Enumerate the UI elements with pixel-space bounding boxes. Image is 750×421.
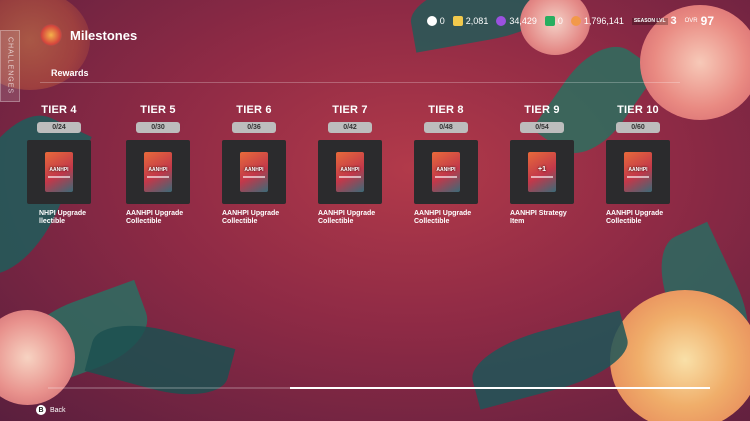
reward-card: AANHPI xyxy=(27,140,91,204)
upgrade-collectible-icon: AANHPI xyxy=(336,152,364,192)
tier-description: AANHPI Upgrade Collectible xyxy=(113,210,203,226)
season-level-value: 3 xyxy=(670,15,677,27)
card-art-text: AANHPI xyxy=(244,166,264,173)
upgrade-collectible-icon: AANHPI xyxy=(144,152,172,192)
tier-desc-line2: Collectible xyxy=(126,218,162,225)
upgrade-collectible-icon: AANHPI xyxy=(45,152,73,192)
currency-value: 1,796,141 xyxy=(583,16,624,26)
upgrade-collectible-icon: AANHPI xyxy=(432,152,460,192)
currency-training: 0 xyxy=(544,16,563,26)
tier-progress: 0/54 xyxy=(520,122,564,133)
tier-desc-line2: llectible xyxy=(39,218,66,225)
ovr-value: 97 xyxy=(700,14,714,28)
mut-points-icon xyxy=(496,16,507,26)
reward-card: AANHPI xyxy=(414,140,478,204)
tier-description: AANHPI Upgrade Collectible xyxy=(593,210,683,226)
currency-value: 2,081 xyxy=(465,16,489,26)
upgrade-collectible-icon: AANHPI xyxy=(240,152,268,192)
currency-value: 0 xyxy=(557,16,563,26)
tier-description: AANHPI Upgrade Collectible xyxy=(209,210,299,226)
reward-card: +1 xyxy=(510,140,574,204)
ut-coins-icon xyxy=(570,16,581,26)
training-icon xyxy=(544,16,555,26)
challenges-side-tab[interactable]: CHALLENGES xyxy=(0,30,20,102)
rewards-divider xyxy=(40,82,680,83)
tier-desc-line1: AANHPI Upgrade xyxy=(318,210,376,217)
tier-desc-line2: Collectible xyxy=(414,218,450,225)
tier-description: AANHPI Strategy Item xyxy=(497,210,587,226)
tier-desc-line1: NHPI Upgrade xyxy=(39,210,87,217)
tier-name: TIER 7 xyxy=(332,104,368,116)
back-label: Back xyxy=(50,406,66,414)
currency-value: 0 xyxy=(439,16,445,26)
tier-desc-line2: Collectible xyxy=(318,218,354,225)
tier-desc-line2: Item xyxy=(510,218,525,225)
coins-icon xyxy=(452,16,463,26)
tier-progress: 0/48 xyxy=(424,122,468,133)
tier-desc-line1: AANHPI Upgrade xyxy=(126,210,184,217)
season-level: SEASON LVL 3 xyxy=(631,15,677,27)
tier-description: AANHPI Upgrade Collectible xyxy=(305,210,395,226)
page-title: Milestones xyxy=(70,27,138,43)
card-art-text: +1 xyxy=(538,166,546,173)
tier-desc-line1: AANHPI Upgrade xyxy=(606,210,664,217)
currency-mut-points: 34,429 xyxy=(496,16,537,26)
tier-progress: 0/24 xyxy=(37,122,81,133)
tier-card[interactable]: TIER 4 0/24 AANHPI NHPI Upgrade llectibl… xyxy=(14,104,104,226)
aanhpi-logo-icon xyxy=(40,24,62,46)
tier-progress: 0/60 xyxy=(616,122,660,133)
side-tab-label: CHALLENGES xyxy=(6,37,14,95)
tier-name: TIER 4 xyxy=(41,104,77,116)
currency-bar: 0 2,081 34,429 0 1,796,141 SEASON LVL 3 … xyxy=(426,14,714,28)
ovr-label: OVR xyxy=(684,18,698,24)
strategy-item-icon: +1 xyxy=(528,152,556,192)
card-art-text: AANHPI xyxy=(436,166,456,173)
tier-desc-line1: AANHPI Upgrade xyxy=(222,210,280,217)
tier-card[interactable]: TIER 7 0/42 AANHPI AANHPI Upgrade Collec… xyxy=(305,104,395,226)
currency-trophy: 0 xyxy=(426,16,445,26)
season-level-label: SEASON LVL xyxy=(631,17,668,25)
back-button[interactable]: B Back xyxy=(36,405,66,415)
card-art-text: AANHPI xyxy=(49,166,69,173)
reward-card: AANHPI xyxy=(126,140,190,204)
tier-card[interactable]: TIER 5 0/30 AANHPI AANHPI Upgrade Collec… xyxy=(113,104,203,226)
trophy-icon xyxy=(426,16,437,26)
tier-name: TIER 8 xyxy=(428,104,464,116)
tier-progress: 0/30 xyxy=(136,122,180,133)
b-button-icon: B xyxy=(36,405,46,415)
tier-card[interactable]: TIER 8 0/48 AANHPI AANHPI Upgrade Collec… xyxy=(401,104,491,226)
tier-desc-line2: Collectible xyxy=(222,218,258,225)
tier-name: TIER 10 xyxy=(617,104,659,116)
tier-description: AANHPI Upgrade Collectible xyxy=(401,210,491,226)
tier-name: TIER 9 xyxy=(524,104,560,116)
tier-desc-line1: AANHPI Strategy xyxy=(510,210,567,217)
page-header: Milestones xyxy=(40,24,137,46)
currency-coins: 2,081 xyxy=(452,16,489,26)
tier-card[interactable]: TIER 9 0/54 +1 AANHPI Strategy Item xyxy=(497,104,587,226)
tier-name: TIER 5 xyxy=(140,104,176,116)
scroll-thumb[interactable] xyxy=(290,387,710,389)
ovr-rating: OVR 97 xyxy=(685,14,714,28)
rewards-label: Rewards xyxy=(51,68,89,78)
tier-description: NHPI Upgrade llectible xyxy=(14,210,104,226)
reward-card: AANHPI xyxy=(606,140,670,204)
upgrade-collectible-icon: AANHPI xyxy=(624,152,652,192)
tier-progress: 0/36 xyxy=(232,122,276,133)
currency-ut-coins: 1,796,141 xyxy=(570,16,624,26)
tier-desc-line2: Collectible xyxy=(606,218,642,225)
currency-value: 34,429 xyxy=(509,16,537,26)
card-art-text: AANHPI xyxy=(628,166,648,173)
tier-card[interactable]: TIER 6 0/36 AANHPI AANHPI Upgrade Collec… xyxy=(209,104,299,226)
tier-desc-line1: AANHPI Upgrade xyxy=(414,210,472,217)
card-art-text: AANHPI xyxy=(148,166,168,173)
tier-name: TIER 6 xyxy=(236,104,272,116)
reward-card: AANHPI xyxy=(318,140,382,204)
card-art-text: AANHPI xyxy=(340,166,360,173)
reward-card: AANHPI xyxy=(222,140,286,204)
tier-progress: 0/42 xyxy=(328,122,372,133)
tier-card[interactable]: TIER 10 0/60 AANHPI AANHPI Upgrade Colle… xyxy=(593,104,683,226)
